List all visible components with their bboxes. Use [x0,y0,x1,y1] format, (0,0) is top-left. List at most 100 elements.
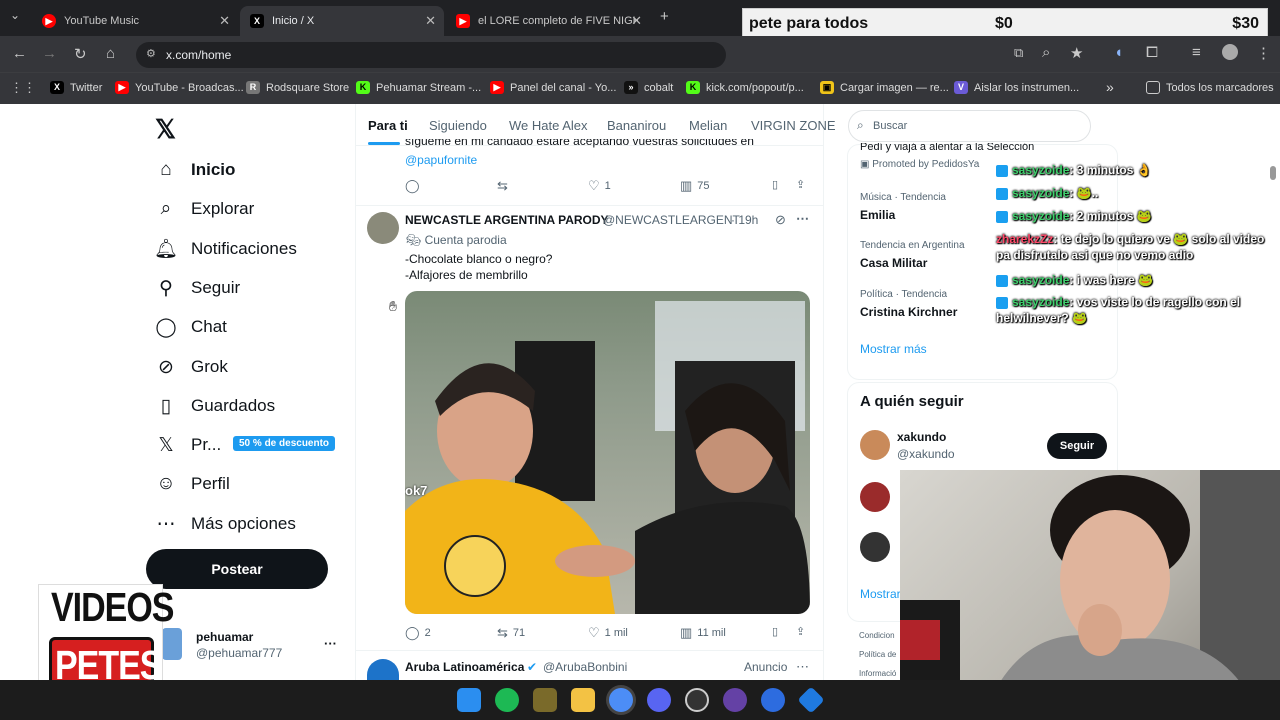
nav-seguir[interactable]: ⚲ Seguir [155,277,240,299]
x-logo[interactable]: 𝕏 [155,114,176,145]
obs-icon[interactable] [685,688,709,712]
nav-inicio[interactable]: ⌂ Inicio [155,159,235,181]
search-input[interactable]: ⌕ Buscar [848,110,1091,142]
tweet-author-handle[interactable]: @NEWCASTLEARGENT [603,213,740,227]
bookmark-icon[interactable]: ▯ [772,625,778,638]
address-bar[interactable]: ⚙ x.com/home [136,42,726,68]
show-more-link[interactable]: Mostrar más [860,342,927,356]
star-icon[interactable]: ★ [1070,44,1083,62]
like-button[interactable]: ♡ 1 mil [588,625,628,641]
prev-share-icon[interactable]: ⇪ [796,178,805,191]
tab-bananirou[interactable]: Bananirou [607,118,666,133]
nav-chat[interactable]: ◯ Chat [155,316,227,338]
tab-melian[interactable]: Melian [689,118,727,133]
prev-tweet-mention[interactable]: @papufornite [405,153,477,167]
footer-link[interactable]: Condicion [859,631,895,640]
retweet-button[interactable]: ⇆ 71 [497,625,525,641]
footer-link[interactable]: Informació [859,669,896,678]
nav-grok[interactable]: ⊘ Grok [155,356,228,378]
prev-bookmark-icon[interactable]: ▯ [772,178,778,191]
nav-explorar[interactable]: ⌕ Explorar [155,198,255,220]
prev-like-button[interactable]: ♡ 1 [588,178,611,194]
app-icon[interactable] [533,688,557,712]
chat-app-icon[interactable] [723,688,747,712]
tab-youtube-music[interactable]: ▶ YouTube Music ✕ [32,6,238,36]
bookmark-aislar[interactable]: V Aislar los instrumen... [954,81,1079,94]
tab-virgin-zone[interactable]: VIRGIN ZONE [751,118,836,133]
trend-name[interactable]: Casa Militar [860,256,927,270]
ccleaner-icon[interactable] [761,688,785,712]
discord-icon[interactable] [647,688,671,712]
nav-notificaciones[interactable]: 🔔︎ Notificaciones [154,238,297,260]
nav-guardados[interactable]: ▯ Guardados [155,395,275,417]
tab-search-icon[interactable]: ⌄ [10,8,20,22]
next-tweet-more-icon[interactable]: ⋯ [796,659,809,675]
bookmark-twitter[interactable]: X Twitter [50,81,102,94]
bookmarks-overflow-icon[interactable]: » [1106,79,1114,95]
follow-button[interactable]: Seguir [1047,433,1107,459]
follow-avatar-2[interactable] [860,482,890,512]
tab-we-hate-alex[interactable]: We Hate Alex [509,118,588,133]
share-icon[interactable]: ⇪ [796,625,805,638]
prev-views[interactable]: ▥ 75 [680,178,710,194]
account-more-icon[interactable]: ··· [324,636,337,651]
zoom-icon[interactable]: ⌕ [1042,44,1050,61]
bookmark-pehuamar-stream[interactable]: K Pehuamar Stream -... [356,81,481,94]
read-aloud-icon[interactable]: ◖ [1114,44,1123,61]
close-tab-icon[interactable]: ✕ [425,13,436,29]
new-tab-button[interactable]: + [660,8,669,25]
close-tab-icon[interactable]: ✕ [631,13,642,29]
account-avatar[interactable] [162,628,182,660]
chrome-icon[interactable] [609,688,633,712]
media-icon[interactable]: ≡ [1192,44,1201,61]
bookmark-kick-popout[interactable]: Kkick.com/popout/p... [686,81,804,94]
nav-premium[interactable]: 𝕏 Pr... [155,434,221,456]
tweet-author-name[interactable]: NEWCASTLE ARGENTINA PARODY [405,213,609,227]
spotify-icon[interactable] [495,688,519,712]
grok-icon[interactable]: ⊘ [775,212,786,228]
tab-siguiendo[interactable]: Siguiendo [429,118,487,133]
install-icon[interactable]: ⧉ [1014,45,1023,61]
site-info-icon[interactable]: ⚙ [146,47,156,60]
reply-button[interactable]: ◯ 2 [405,625,431,641]
extensions-icon[interactable]: ⧠ [1146,44,1158,61]
tab-x-home[interactable]: X Inicio / X ✕ [240,6,444,36]
file-explorer-icon[interactable] [571,688,595,712]
prev-reply-button[interactable]: ◯ [405,178,425,194]
trend-name[interactable]: Emilia [860,208,895,222]
reload-icon[interactable]: ↻ [74,45,87,63]
follow-name[interactable]: xakundo [897,430,946,444]
forward-icon[interactable]: → [42,45,57,62]
follow-avatar-3[interactable] [860,532,890,562]
bookmark-rodsquare[interactable]: R Rodsquare Store [246,81,349,94]
prev-retweet-button[interactable]: ⇆ [497,178,513,194]
tweet-avatar[interactable] [367,212,399,244]
all-bookmarks[interactable]: Todos los marcadores [1146,81,1274,94]
tweet-media-image[interactable]: ok7 [405,291,810,614]
follow-handle[interactable]: @xakundo [897,447,955,461]
trend-name[interactable]: Cristina Kirchner [860,305,957,319]
home-icon[interactable]: ⌂ [106,45,115,62]
menu-icon[interactable]: ⋮ [1256,44,1271,62]
tab-para-ti[interactable]: Para ti [368,118,408,133]
back-icon[interactable]: ← [12,45,27,62]
nav-mas-opciones[interactable]: ⋯ Más opciones [155,513,296,535]
nav-perfil[interactable]: ☺ Perfil [155,473,229,495]
bookmark-cargar-imagen[interactable]: ▣ Cargar imagen — re... [820,81,949,94]
close-tab-icon[interactable]: ✕ [219,13,230,29]
views-button[interactable]: ▥ 11 mil [680,625,726,641]
follow-avatar[interactable] [860,430,890,460]
footer-link[interactable]: Política de [859,650,896,659]
windows-start-icon[interactable] [457,688,481,712]
post-button[interactable]: Postear [146,549,328,589]
profile-avatar[interactable] [1222,44,1238,60]
bookmark-youtube-broadcast[interactable]: ▶ YouTube - Broadcas... [115,81,244,94]
next-tweet-handle[interactable]: @ArubaBonbini [543,660,627,674]
tweet-more-icon[interactable]: ⋯ [796,211,809,227]
bookmark-cobalt[interactable]: » cobalt [624,81,673,94]
tab-youtube-video[interactable]: ▶ el LORE completo de FIVE NIGH ✕ [446,6,650,36]
show-more-follow[interactable]: Mostrar [860,587,901,601]
tweet-time[interactable]: · 19h [731,213,758,227]
bookmark-panel-canal[interactable]: ▶ Panel del canal - Yo... [490,81,616,94]
next-tweet-name[interactable]: Aruba Latinoamérica [405,660,524,674]
